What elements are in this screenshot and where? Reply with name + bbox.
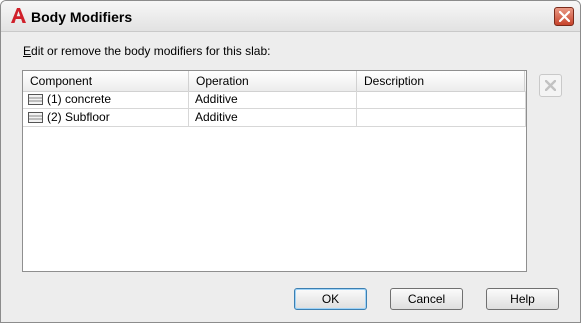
column-header-component[interactable]: Component	[23, 71, 189, 91]
delete-modifier-button[interactable]	[539, 74, 562, 97]
title-bar: Body Modifiers	[1, 1, 580, 32]
instruction-label: Edit or remove the body modifiers for th…	[23, 44, 270, 58]
table-row[interactable]: (1) concrete Additive	[23, 91, 526, 109]
autocad-a-icon	[10, 7, 27, 24]
cancel-button[interactable]: Cancel	[390, 288, 463, 310]
body-modifiers-table: Component Operation Description (1) conc…	[22, 70, 527, 272]
description-cell	[357, 109, 526, 127]
dialog-title: Body Modifiers	[31, 9, 133, 25]
column-header-operation[interactable]: Operation	[189, 71, 357, 91]
operation-cell: Additive	[189, 91, 357, 109]
instruction-text: dit or remove the body modifiers for thi…	[31, 44, 271, 58]
body-modifiers-dialog: Body Modifiers Edit or remove the body m…	[0, 0, 581, 323]
close-button[interactable]	[554, 7, 574, 26]
component-cell: (1) concrete	[23, 91, 189, 109]
description-cell	[357, 91, 526, 109]
component-name: (1) concrete	[47, 92, 112, 106]
component-layer-icon	[28, 93, 43, 106]
operation-cell: Additive	[189, 109, 357, 127]
column-header-description[interactable]: Description	[357, 71, 525, 91]
component-layer-icon	[28, 111, 43, 124]
close-icon	[559, 11, 570, 22]
component-cell: (2) Subfloor	[23, 109, 189, 127]
table-row[interactable]: (2) Subfloor Additive	[23, 109, 526, 127]
ok-button[interactable]: OK	[294, 288, 367, 310]
table-header: Component Operation Description	[23, 71, 526, 92]
instruction-mnemonic: E	[23, 44, 32, 58]
component-name: (2) Subfloor	[47, 110, 110, 124]
delete-x-icon	[545, 80, 556, 91]
help-button[interactable]: Help	[486, 288, 559, 310]
